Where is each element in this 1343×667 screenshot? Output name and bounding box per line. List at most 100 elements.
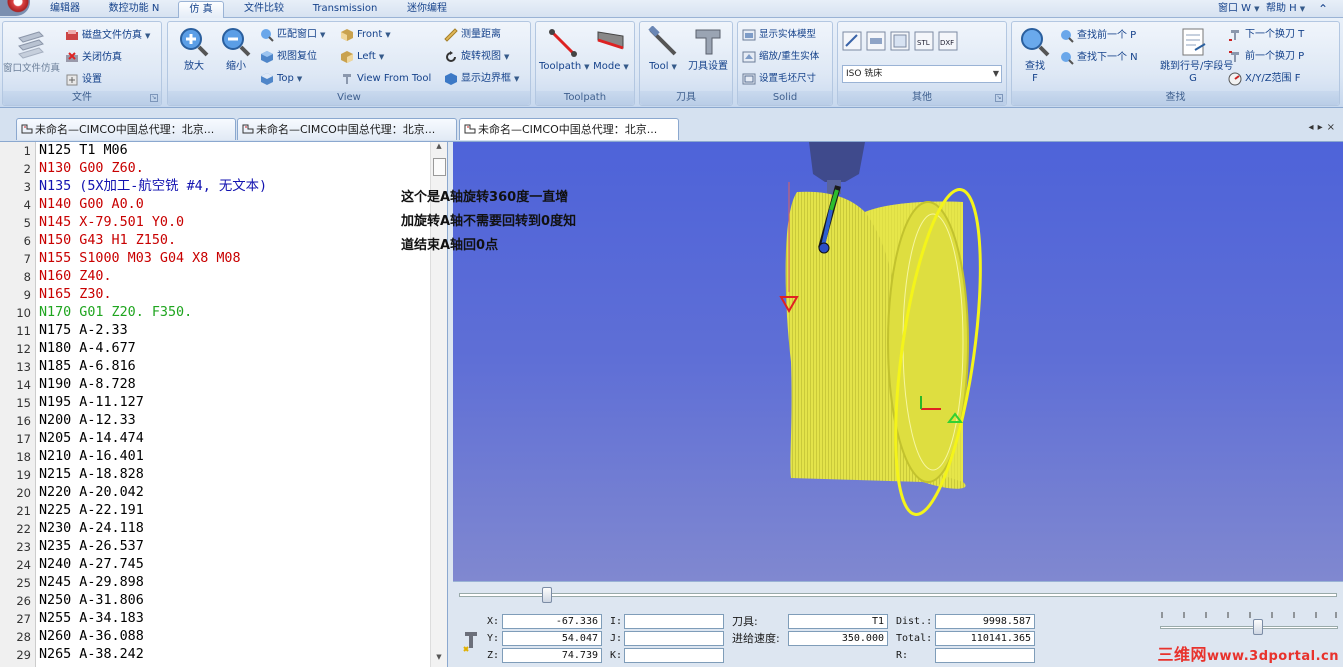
scroll-thumb[interactable] (433, 158, 446, 176)
code-line[interactable]: 11 N175 A-2.33 (0, 322, 430, 340)
view-top-button[interactable]: Top ▼ (260, 70, 302, 88)
tab-nc-functions[interactable]: 数控功能 N (100, 1, 168, 18)
show-bounds-button[interactable]: 显示边界框 ▼ (444, 70, 519, 88)
svg-text:STL: STL (917, 39, 930, 47)
code-line[interactable]: 26 N250 A-31.806 (0, 592, 430, 610)
next-tool-change-button[interactable]: 下一个换刀 T (1228, 26, 1304, 44)
tool-settings-button[interactable]: 刀具设置 (684, 26, 732, 73)
doc-tab-2[interactable]: 未命名—CIMCO中国总代理：北京... (237, 118, 457, 140)
code-line[interactable]: 4 N140 G00 A0.0 (0, 196, 430, 214)
zoom-out-button[interactable]: 缩小 (216, 26, 256, 73)
code-text: N245 A-29.898 (39, 575, 144, 590)
tab-mini-programming[interactable]: 迷你编程 (398, 1, 456, 18)
scale-regen-button[interactable]: 缩放/重生实体 (742, 48, 819, 66)
code-line[interactable]: 28 N260 A-36.088 (0, 628, 430, 646)
view-front-button[interactable]: Front ▼ (340, 26, 391, 44)
code-line[interactable]: 24 N240 A-27.745 (0, 556, 430, 574)
icon-btn-3[interactable] (890, 31, 913, 51)
window-menu[interactable]: 窗口 W ▼ (1218, 1, 1259, 17)
sim-settings-button[interactable]: 设置 (65, 71, 102, 89)
tab-simulation[interactable]: 仿 真 (178, 1, 224, 18)
code-line[interactable]: 8 N160 Z40. (0, 268, 430, 286)
cube-left-icon (341, 51, 353, 63)
code-line[interactable]: 10 N170 G01 Z20. F350. (0, 304, 430, 322)
tab-editor[interactable]: 编辑器 (40, 1, 90, 18)
view-left-button[interactable]: Left ▼ (340, 48, 384, 66)
nc-editor[interactable]: 1 N125 T1 M06 2 N130 G00 Z60. 3 N135 (5X加工-航空… (0, 142, 448, 667)
code-line[interactable]: 23 N235 A-26.537 (0, 538, 430, 556)
code-line[interactable]: 29 N265 A-38.242 (0, 646, 430, 664)
code-line[interactable]: 6 N150 G43 H1 Z150. (0, 232, 430, 250)
tab-prev-icon[interactable]: ◂ (1309, 122, 1318, 133)
close-sim-button[interactable]: 关闭仿真 (65, 49, 122, 67)
code-line[interactable]: 14 N190 A-8.728 (0, 376, 430, 394)
tab-file-compare[interactable]: 文件比较 (236, 1, 292, 18)
view-reset-button[interactable]: 视图复位 (260, 48, 317, 66)
tab-transmission[interactable]: Transmission (303, 1, 387, 18)
tool-button[interactable]: Tool ▼ (642, 26, 684, 73)
icon-btn-1[interactable] (842, 31, 865, 51)
show-solid-button[interactable]: 显示实体模型 (742, 26, 816, 44)
code-line[interactable]: 27 N255 A-34.183 (0, 610, 430, 628)
fit-window-button[interactable]: 匹配窗口 ▼ (260, 26, 325, 44)
code-line[interactable]: 15 N195 A-11.127 (0, 394, 430, 412)
find-prev-button[interactable]: 查找前一个 P (1060, 27, 1136, 45)
ribbon-minimize-icon[interactable]: ⌃ (1318, 1, 1328, 17)
code-line[interactable]: 20 N220 A-20.042 (0, 484, 430, 502)
toolpath-button[interactable]: Toolpath ▼ (539, 26, 590, 73)
code-line[interactable]: 18 N210 A-16.401 (0, 448, 430, 466)
code-line[interactable]: 1 N125 T1 M06 (0, 142, 430, 160)
view-from-tool-button[interactable]: View From Tool (340, 70, 431, 88)
zoom-in-button[interactable]: 放大 (174, 26, 214, 73)
code-line[interactable]: 22 N230 A-24.118 (0, 520, 430, 538)
rotate-view-button[interactable]: 旋转视图 ▼ (444, 48, 509, 66)
code-line[interactable]: 12 N180 A-4.677 (0, 340, 430, 358)
goto-line-icon (1182, 28, 1206, 56)
prev-tool-change-button[interactable]: 前一个换刀 P (1228, 48, 1304, 66)
view-front-label: Front (357, 29, 383, 40)
code-line[interactable]: 17 N205 A-14.474 (0, 430, 430, 448)
code-line[interactable]: 19 N215 A-18.828 (0, 466, 430, 484)
code-line[interactable]: 2 N130 G00 Z60. (0, 160, 430, 178)
other-group-launcher-icon[interactable]: ↘ (995, 94, 1003, 102)
goto-line-button[interactable]: 跳到行号/字段号 G (1160, 26, 1233, 85)
sim-progress-slider[interactable] (459, 593, 1337, 597)
app-menu-button[interactable] (0, 0, 30, 16)
code-line[interactable]: 25 N245 A-29.898 (0, 574, 430, 592)
speed-slider[interactable] (1160, 626, 1338, 629)
line-number: 19 (16, 468, 31, 482)
window-file-sim-button[interactable]: 窗口文件仿真 (3, 28, 60, 75)
tab-next-icon[interactable]: ▸ (1318, 122, 1327, 133)
help-menu[interactable]: 帮助 H ▼ (1266, 1, 1305, 17)
find-next-button[interactable]: 查找下一个 N (1060, 49, 1138, 67)
mode-button[interactable]: Mode ▼ (588, 26, 634, 73)
icon-btn-5[interactable]: DXF (938, 31, 961, 51)
line-number: 21 (16, 504, 31, 518)
doc-tab-3[interactable]: 未命名—CIMCO中国总代理：北京... (459, 118, 679, 140)
speed-slider-thumb[interactable] (1252, 619, 1263, 635)
measure-button[interactable]: 测量距离 (444, 26, 501, 44)
scroll-up-icon[interactable]: ▲ (431, 142, 447, 156)
file-group-launcher-icon[interactable]: ↘ (150, 94, 158, 102)
icon-btn-4[interactable]: STL (914, 31, 937, 51)
code-line[interactable]: 3 N135 (5X加工-航空铣 #4, 无文本) (0, 178, 430, 196)
doc-tab-nav[interactable]: ◂▸× (1309, 122, 1339, 133)
doc-tab-1[interactable]: 未命名—CIMCO中国总代理：北京... (16, 118, 236, 140)
code-line[interactable]: 16 N200 A-12.33 (0, 412, 430, 430)
disk-file-sim-button[interactable]: 磁盘文件仿真 ▼ (65, 27, 150, 45)
sim-progress-thumb[interactable] (541, 587, 552, 603)
xyz-range-button[interactable]: X/Y/Z范围 F (1228, 70, 1300, 88)
stock-size-button[interactable]: 设置毛坯尺寸 (742, 70, 816, 88)
machine-select[interactable]: ISO 铣床 ▼ (842, 65, 1002, 83)
tab-close-icon[interactable]: × (1327, 122, 1339, 133)
scroll-down-icon[interactable]: ▼ (431, 653, 447, 667)
code-line[interactable]: 9 N165 Z30. (0, 286, 430, 304)
code-line[interactable]: 5 N145 X-79.501 Y0.0 (0, 214, 430, 232)
tool-text: Tool (649, 61, 669, 72)
code-line[interactable]: 13 N185 A-6.816 (0, 358, 430, 376)
find-button[interactable]: 查找 F (1015, 26, 1055, 85)
icon-btn-2[interactable] (866, 31, 889, 51)
code-line[interactable]: 7 N155 S1000 M03 G04 X8 M08 (0, 250, 430, 268)
code-text: N205 A-14.474 (39, 431, 144, 446)
code-line[interactable]: 21 N225 A-22.191 (0, 502, 430, 520)
